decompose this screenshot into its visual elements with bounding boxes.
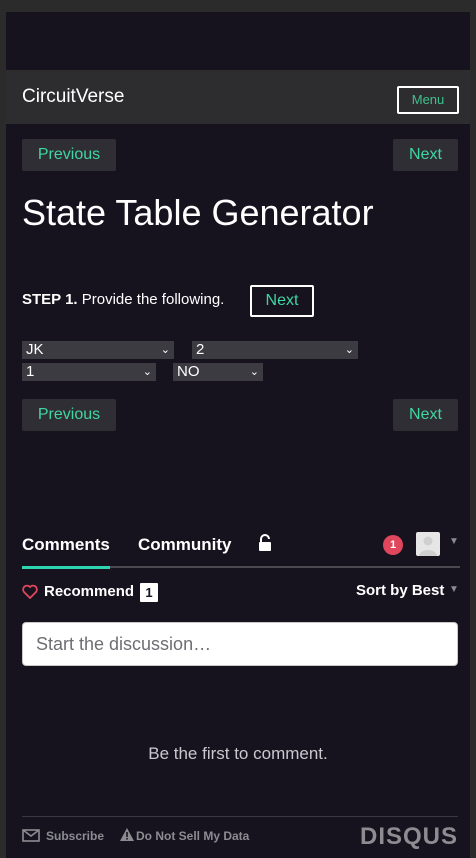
user-icon bbox=[419, 536, 437, 556]
count-select[interactable]: 2 ⌄ bbox=[192, 341, 358, 359]
step-label: STEP 1. bbox=[22, 291, 78, 308]
previous-button-top[interactable]: Previous bbox=[22, 139, 116, 171]
next-button-top[interactable]: Next bbox=[393, 139, 458, 171]
tab-active-indicator bbox=[22, 566, 110, 569]
footer-divider bbox=[22, 816, 458, 817]
tab-comments[interactable]: Comments bbox=[22, 535, 110, 555]
navbar: CircuitVerse Menu bbox=[6, 70, 470, 124]
next-button-bottom[interactable]: Next bbox=[393, 399, 458, 431]
chevron-down-icon: ⌄ bbox=[160, 344, 170, 356]
inputs-select-value: 1 bbox=[26, 363, 35, 380]
do-not-sell-link[interactable]: Do Not Sell My Data bbox=[136, 829, 249, 843]
output-select-value: NO bbox=[177, 363, 200, 380]
sort-dropdown[interactable]: Sort by Best bbox=[356, 582, 444, 599]
chevron-down-icon[interactable]: ▼ bbox=[449, 536, 459, 547]
recommend-button[interactable]: Recommend bbox=[44, 583, 134, 600]
recommend-count: 1 bbox=[140, 583, 158, 602]
chevron-down-icon: ⌄ bbox=[249, 366, 259, 378]
previous-button-bottom[interactable]: Previous bbox=[22, 399, 116, 431]
warning-icon bbox=[120, 828, 134, 841]
flipflop-select-value: JK bbox=[26, 341, 44, 358]
chevron-down-icon: ⌄ bbox=[142, 366, 152, 378]
chevron-down-icon: ▼ bbox=[449, 584, 459, 595]
flipflop-select[interactable]: JK ⌄ bbox=[22, 341, 174, 359]
discussion-input[interactable]: Start the discussion… bbox=[22, 622, 458, 666]
top-spacer bbox=[6, 12, 470, 70]
count-select-value: 2 bbox=[196, 341, 205, 358]
notification-badge[interactable]: 1 bbox=[383, 535, 403, 555]
brand-link[interactable]: CircuitVerse bbox=[22, 86, 124, 108]
step-next-button[interactable]: Next bbox=[250, 285, 314, 317]
disqus-logo[interactable]: DISQUS bbox=[360, 823, 458, 851]
lock-icon[interactable] bbox=[257, 534, 273, 552]
tab-community[interactable]: Community bbox=[138, 535, 232, 555]
menu-button[interactable]: Menu bbox=[397, 86, 459, 114]
empty-comments-message: Be the first to comment. bbox=[148, 744, 328, 763]
step-instruction: STEP 1. Provide the following. bbox=[22, 291, 224, 308]
output-select[interactable]: NO ⌄ bbox=[173, 363, 263, 381]
avatar[interactable] bbox=[416, 532, 440, 556]
mail-icon bbox=[22, 829, 40, 842]
step-text: Provide the following. bbox=[77, 291, 225, 308]
chevron-down-icon: ⌄ bbox=[344, 344, 354, 356]
inputs-select[interactable]: 1 ⌄ bbox=[22, 363, 156, 381]
heart-icon[interactable] bbox=[22, 584, 38, 599]
page-title: State Table Generator bbox=[22, 192, 374, 233]
subscribe-link[interactable]: Subscribe bbox=[46, 829, 104, 843]
